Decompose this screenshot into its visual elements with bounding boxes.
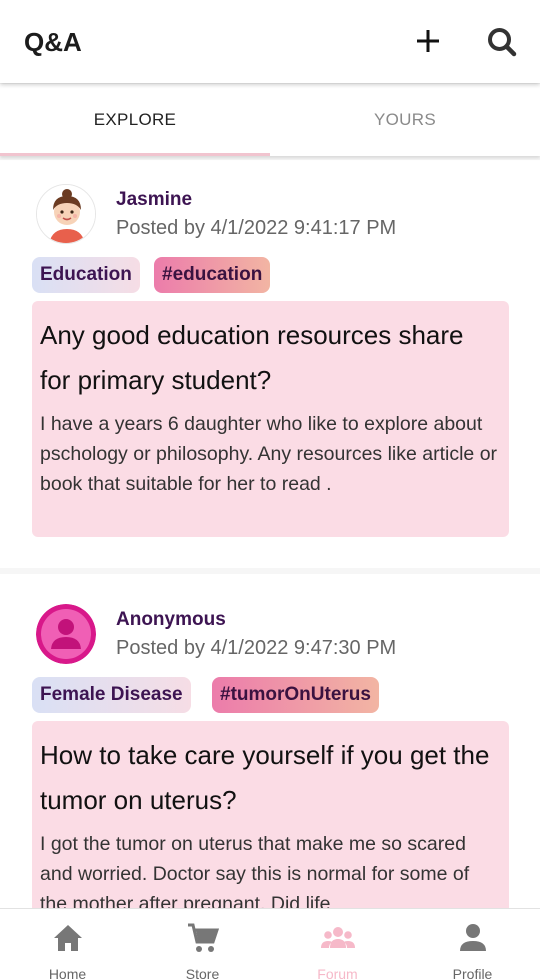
post-card[interactable]: Jasmine Posted by 4/1/2022 9:41:17 PM Ed… — [0, 160, 540, 568]
post-card[interactable]: Anonymous Posted by 4/1/2022 9:47:30 PM … — [0, 574, 540, 914]
nav-store-label: Store — [185, 966, 220, 979]
post-body[interactable]: How to take care yourself if you get the… — [32, 721, 509, 914]
post-timestamp: Posted by 4/1/2022 9:41:17 PM — [116, 217, 397, 239]
search-icon[interactable] — [485, 25, 519, 59]
question-title: Any good education resources share for p… — [40, 320, 464, 395]
nav-forum-label: Forum — [317, 966, 358, 979]
post-body[interactable]: Any good education resources share for p… — [32, 301, 509, 537]
category-chip[interactable]: Female Disease — [32, 677, 191, 713]
post-timestamp: Posted by 4/1/2022 9:47:30 PM — [116, 637, 397, 659]
tab-yours[interactable]: YOURS — [270, 84, 540, 156]
group-icon — [320, 927, 355, 948]
hashtag-chip[interactable]: #tumorOnUterus — [212, 677, 379, 713]
category-chip[interactable]: Education — [32, 257, 140, 293]
home-icon — [53, 925, 82, 951]
girl-avatar[interactable] — [36, 184, 96, 244]
nav-profile[interactable]: Profile — [405, 909, 540, 979]
person-icon — [459, 924, 486, 951]
app-bar: Q&A — [0, 0, 540, 83]
plus-icon[interactable] — [412, 25, 444, 57]
question-text: I got the tumor on uterus that make me s… — [40, 833, 470, 914]
active-tab-indicator — [0, 153, 270, 156]
bottom-navigation: Home Store Forum Profile — [0, 908, 540, 979]
anonymous-user-avatar[interactable] — [36, 604, 96, 664]
question-text: I have a years 6 daughter who like to ex… — [40, 413, 498, 495]
post-author: Jasmine — [116, 189, 193, 210]
hashtag-chip[interactable]: #education — [154, 257, 271, 293]
nav-store[interactable]: Store — [135, 909, 270, 979]
cart-icon — [187, 923, 219, 952]
nav-forum[interactable]: Forum — [270, 909, 405, 979]
nav-profile-label: Profile — [452, 966, 493, 979]
post-author: Anonymous — [116, 609, 226, 630]
nav-home-label: Home — [48, 966, 87, 979]
nav-home[interactable]: Home — [0, 909, 135, 979]
question-title: How to take care yourself if you get the… — [40, 740, 490, 815]
tab-explore[interactable]: EXPLORE — [0, 84, 270, 156]
page-title: Q&A — [24, 27, 82, 57]
tab-bar: EXPLORE YOURS — [0, 84, 540, 156]
